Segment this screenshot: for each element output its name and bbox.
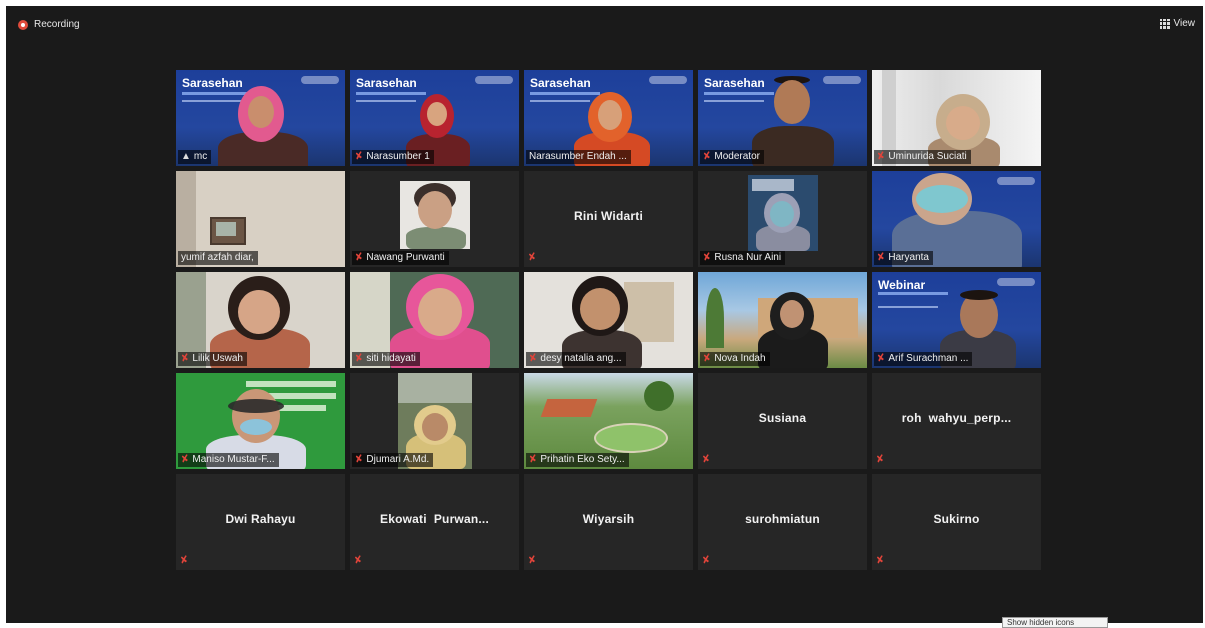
participant-tile[interactable]: ✘ Djumari A.Md. xyxy=(350,373,519,469)
banner-title: Sarasehan xyxy=(182,76,243,90)
muted-mic-icon: ✘ xyxy=(527,352,539,365)
participant-name-label: ✘ Nova Indah xyxy=(700,352,770,366)
muted-mic-icon: ✘ xyxy=(875,150,887,163)
participant-tile[interactable]: ✘ Nova Indah xyxy=(698,272,867,368)
participant-tile[interactable]: ✘ Uminurida Suciati xyxy=(872,70,1041,166)
participant-name: Susiana xyxy=(758,411,807,425)
participant-tile[interactable]: Webinar ✘ Arif Surachman ... xyxy=(872,272,1041,368)
participant-tile[interactable]: Sarasehan Narasumber Endah ... xyxy=(524,70,693,166)
participant-name-label: ✘ Narasumber 1 xyxy=(352,150,434,164)
muted-mic-icon: ✘ xyxy=(701,150,713,163)
recording-label: Recording xyxy=(34,19,80,30)
participant-tile[interactable]: ✘ Maniso Mustar-F... xyxy=(176,373,345,469)
participant-name-label: ✘ Moderator xyxy=(700,150,764,164)
muted-mic-icon: ✘ xyxy=(701,251,713,264)
banner-title: Sarasehan xyxy=(356,76,417,90)
participant-tile[interactable]: ✘ Nawang Purwanti xyxy=(350,171,519,267)
muted-mic-icon: ✘ xyxy=(526,251,538,264)
participant-name: Sukirno xyxy=(933,512,980,526)
participant-tile[interactable]: ✘ Rusna Nur Aini xyxy=(698,171,867,267)
banner-title: Webinar xyxy=(878,278,926,292)
participant-name-label: ✘ Rusna Nur Aini xyxy=(700,251,786,265)
muted-mic-icon: ✘ xyxy=(352,554,364,567)
participant-tile[interactable]: ✘ Lilik Uswah xyxy=(176,272,345,368)
pin-icon: ▲ xyxy=(181,151,191,162)
participant-name: Wiyarsih xyxy=(582,512,635,526)
participant-name-label: ✘ Prihatin Eko Sety... xyxy=(526,453,629,467)
participant-tile[interactable]: Susiana ✘ xyxy=(698,373,867,469)
record-icon xyxy=(18,19,28,30)
muted-mic-icon: ✘ xyxy=(179,352,191,365)
participant-tile[interactable]: surohmiatun ✘ xyxy=(698,474,867,570)
participant-tile[interactable]: Sukirno ✘ xyxy=(872,474,1041,570)
show-hidden-icons-tooltip: Show hidden icons xyxy=(1002,617,1108,628)
participant-name-label: ✘ desy natalia ang... xyxy=(526,352,626,366)
muted-mic-icon: ✘ xyxy=(875,251,887,264)
participant-name-label: ▲ mc xyxy=(178,150,212,164)
recording-indicator[interactable]: Recording xyxy=(18,19,80,30)
muted-mic-icon: ✘ xyxy=(353,150,365,163)
muted-mic-icon: ✘ xyxy=(526,554,538,567)
participant-tile[interactable]: ✘ desy natalia ang... xyxy=(524,272,693,368)
participant-name-label: ✘ siti hidayati xyxy=(352,352,420,366)
participant-name: Rini Widarti xyxy=(574,209,643,223)
participant-tile[interactable]: Wiyarsih ✘ xyxy=(524,474,693,570)
muted-mic-icon: ✘ xyxy=(874,554,886,567)
participant-name: Ekowati Purwan... xyxy=(380,512,489,526)
participant-tile[interactable]: Rini Widarti ✘ xyxy=(524,171,693,267)
muted-mic-icon: ✘ xyxy=(875,352,887,365)
muted-mic-icon: ✘ xyxy=(874,453,886,466)
participant-name: surohmiatun xyxy=(745,512,820,526)
participant-tile[interactable]: roh wahyu_perp... ✘ xyxy=(872,373,1041,469)
participant-name-label: Narasumber Endah ... xyxy=(526,150,631,164)
gallery-grid-icon xyxy=(1159,18,1170,29)
muted-mic-icon: ✘ xyxy=(700,453,712,466)
muted-mic-icon: ✘ xyxy=(353,453,365,466)
top-bar: Recording View xyxy=(6,6,1203,42)
participant-tile[interactable]: Sarasehan ✘ Narasumber 1 xyxy=(350,70,519,166)
participant-tile[interactable]: Dwi Rahayu ✘ xyxy=(176,474,345,570)
participant-tile[interactable]: Ekowati Purwan... ✘ xyxy=(350,474,519,570)
muted-mic-icon: ✘ xyxy=(527,453,539,466)
banner-title: Sarasehan xyxy=(530,76,591,90)
participant-tile[interactable]: Sarasehan ✘ Moderator xyxy=(698,70,867,166)
participant-name-label: ✘ Djumari A.Md. xyxy=(352,453,434,467)
view-label: View xyxy=(1173,18,1196,29)
banner-title: Sarasehan xyxy=(704,76,765,90)
participant-name: roh wahyu_perp... xyxy=(901,411,1012,425)
participant-name-label: ✘ Haryanta xyxy=(874,251,933,265)
gallery-view: Sarasehan ▲mc Sarasehan ✘Narasumber 1 xyxy=(176,70,1041,570)
muted-mic-icon: ✘ xyxy=(700,554,712,567)
view-button[interactable]: View xyxy=(1159,18,1196,29)
zoom-meeting-window: Recording View Sarasehan ▲mc Sarasehan xyxy=(6,6,1203,623)
participant-tile[interactable]: ✘ siti hidayati xyxy=(350,272,519,368)
participant-name-label: ✘ Nawang Purwanti xyxy=(352,251,449,265)
participant-name-label: ✘ Arif Surachman ... xyxy=(874,352,973,366)
participant-tile[interactable]: ✘ Haryanta xyxy=(872,171,1041,267)
muted-mic-icon: ✘ xyxy=(701,352,713,365)
participant-name-label: yumif azfah diar, xyxy=(178,251,258,265)
muted-mic-icon: ✘ xyxy=(178,554,190,567)
muted-mic-icon: ✘ xyxy=(353,251,365,264)
participant-name-label: ✘ Lilik Uswah xyxy=(178,352,247,366)
muted-mic-icon: ✘ xyxy=(179,453,191,466)
participant-name: Dwi Rahayu xyxy=(225,512,296,526)
participant-tile[interactable]: yumif azfah diar, xyxy=(176,171,345,267)
muted-mic-icon: ✘ xyxy=(353,352,365,365)
participant-tile[interactable]: Sarasehan ▲ mc xyxy=(176,70,345,166)
participant-name-label: ✘ Uminurida Suciati xyxy=(874,150,971,164)
participant-tile[interactable]: ✘ Prihatin Eko Sety... xyxy=(524,373,693,469)
participant-name-label: ✘ Maniso Mustar-F... xyxy=(178,453,279,467)
